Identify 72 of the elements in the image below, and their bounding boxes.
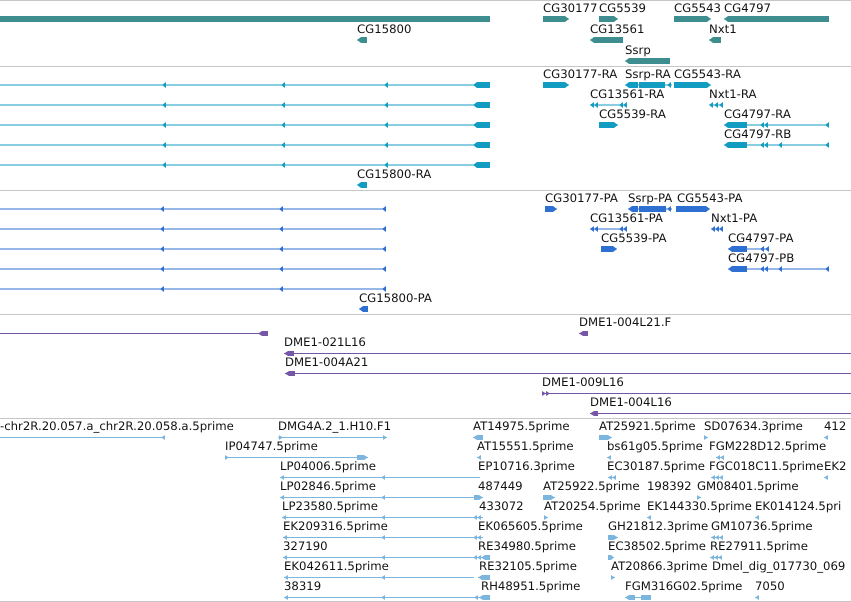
feature-label: CG5543-RA (674, 68, 741, 81)
feature-label: FGM316G02.5prime (625, 580, 742, 593)
feature-label: 198392 (647, 480, 692, 493)
feature-label: DME1-004L21.F (579, 316, 672, 329)
feature-label: EK2 (824, 460, 846, 473)
feature-label: 433072 (479, 500, 524, 513)
feature-label: EK209316.5prime (283, 520, 388, 533)
feature-label: CG4797-PA (728, 232, 794, 245)
feature-label: LP04006.5prime (280, 460, 376, 473)
feature-label: LP02846.5prime (280, 480, 376, 493)
feature-label: 38319 (284, 580, 322, 593)
feature-label: AT25922.5prime (543, 480, 640, 493)
feature-label: CG5539-RA (599, 108, 666, 121)
feature-label: DME1-004L16 (590, 396, 672, 409)
feature-label: EC30187.5prime (607, 460, 705, 473)
feature-label: Ssrp-PA (628, 192, 672, 205)
feature-label: Nxt1 (709, 23, 737, 36)
feature-label: CG30177-RA (543, 68, 618, 81)
feature-label: bs61g05.5prime (607, 440, 703, 453)
feature-label: AT14975.5prime (473, 420, 570, 433)
feature-label: CG15800 (357, 23, 412, 36)
feature-label: IP04747.5prime (225, 440, 318, 453)
feature-label: RE34980.5prime (478, 540, 576, 553)
feature-label: EP10716.3prime (478, 460, 575, 473)
feature-label: EK014124.5pri (755, 500, 842, 513)
feature-label: GM10736.5prime (711, 520, 813, 533)
feature-label: RE27911.5prime (710, 540, 808, 553)
feature-label: EK042611.5prime (284, 560, 389, 573)
feature-label: FGC018C11.5prime (709, 460, 824, 473)
feature-label: CG4797-PB (728, 252, 794, 265)
feature-label: AT15551.5prime (477, 440, 574, 453)
feature-label: CG4797-RB (724, 128, 792, 141)
feature-label: 327190 (283, 540, 328, 553)
feature-label: CG13561-PA (590, 212, 663, 225)
feature-label: CG15800-PA (359, 292, 432, 305)
feature-label: AT20254.5prime (544, 500, 641, 513)
feature-label: 7050 (755, 580, 785, 593)
feature-label: Nxt1-PA (711, 212, 758, 225)
feature-label: 412 (824, 420, 846, 433)
feature-label: CG30177-PA (545, 192, 618, 205)
feature-label: CG5543-PA (677, 192, 742, 205)
feature-label: EK144330.5prime (647, 500, 752, 513)
feature-label: -chr2R.20.057.a_chr2R.20.058.a.5prime (0, 420, 234, 433)
feature-label: CG30177 (543, 2, 598, 15)
feature-label: Ssrp (625, 44, 651, 57)
feature-label: GH21812.3prime (608, 520, 708, 533)
feature-label: DME1-004A21 (285, 356, 368, 369)
feature-label: EK065605.5prime (478, 520, 583, 533)
feature-label: 487449 (478, 480, 523, 493)
feature-label: CG4797-RA (724, 108, 791, 121)
feature-label: CG13561-RA (590, 88, 664, 101)
feature-label: CG5539-PA (601, 232, 666, 245)
feature-label: CG4797 (724, 2, 771, 15)
feature-label: CG13561 (590, 23, 644, 36)
feature-label: LP23580.5prime (282, 500, 378, 513)
feature-label: Dmel_dig_017730_069 (712, 560, 846, 573)
feature-label: GM08401.5prime (697, 480, 799, 493)
feature-label: AT25921.5prime (599, 420, 696, 433)
feature-label: DMG4A.2_1.H10.F1 (278, 420, 392, 433)
feature-label: CG15800-RA (357, 168, 432, 181)
feature-label: FGM228D12.5prime (709, 440, 826, 453)
feature-label: EC38502.5prime (608, 540, 706, 553)
feature-label: Nxt1-RA (709, 88, 757, 101)
feature-label: RH48951.5prime (481, 580, 580, 593)
feature-label: SD07634.3prime (704, 420, 803, 433)
feature-label: CG5543 (674, 2, 721, 15)
feature-label: CG5539 (599, 2, 646, 15)
feature-label: DME1-009L16 (542, 376, 624, 389)
feature-label: AT20866.3prime (611, 560, 708, 573)
feature-label: DME1-021L16 (284, 336, 366, 349)
feature-label: Ssrp-RA (625, 68, 671, 81)
feature-label: RE32105.5prime (479, 560, 577, 573)
